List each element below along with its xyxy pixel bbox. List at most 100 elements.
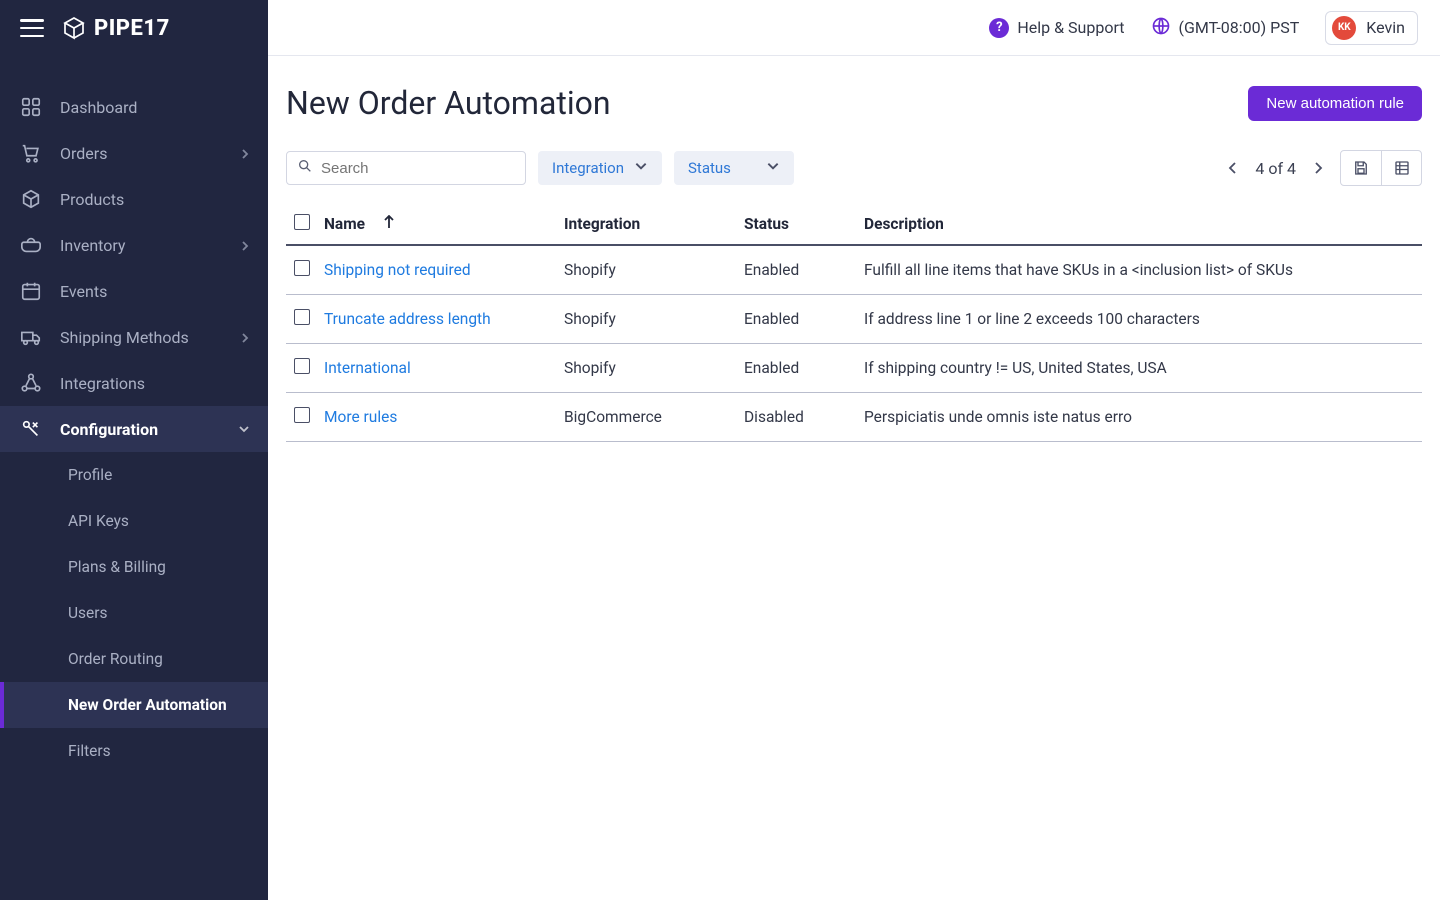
sidebar-item-products[interactable]: Products [0,176,268,222]
subnav-label: API Keys [68,512,129,530]
user-menu-button[interactable]: KK Kevin [1325,11,1418,45]
table-row: More rulesBigCommerceDisabledPerspiciati… [286,393,1422,442]
timezone-label: (GMT-08:00) PST [1179,18,1300,37]
avatar: KK [1332,16,1356,40]
calendar-icon [18,280,44,302]
rule-name-link[interactable]: Shipping not required [324,245,564,295]
cell-integration: Shopify [564,295,744,344]
column-header-description[interactable]: Description [864,215,944,233]
subnav-label: Plans & Billing [68,558,166,576]
subnav-order-routing[interactable]: Order Routing [0,636,268,682]
sidebar-item-label: Shipping Methods [60,328,189,347]
rule-name-link[interactable]: More rules [324,393,564,442]
sidebar-item-integrations[interactable]: Integrations [0,360,268,406]
sidebar-item-configuration[interactable]: Configuration [0,406,268,452]
cell-status: Disabled [744,393,864,442]
pager: 4 of 4 [1227,150,1422,186]
cell-integration: Shopify [564,344,744,393]
sidebar-item-label: Configuration [60,420,158,439]
pager-prev-button[interactable] [1227,159,1239,178]
subnav-filters[interactable]: Filters [0,728,268,774]
rule-name-link[interactable]: International [324,344,564,393]
new-automation-rule-button[interactable]: New automation rule [1248,86,1422,121]
search-input[interactable] [321,160,520,177]
save-view-button[interactable] [1341,151,1381,185]
configuration-subnav: Profile API Keys Plans & Billing Users O… [0,452,268,774]
row-checkbox[interactable] [294,309,310,325]
table-row: Truncate address lengthShopifyEnabledIf … [286,295,1422,344]
filter-integration[interactable]: Integration [538,151,662,185]
brand-logo[interactable]: PIPE17 [62,16,170,41]
subnav-new-order-automation[interactable]: New Order Automation [0,682,268,728]
subnav-api-keys[interactable]: API Keys [0,498,268,544]
content: New Order Automation New automation rule… [268,56,1440,900]
sort-asc-icon[interactable] [383,215,395,229]
cart-icon [18,142,44,164]
column-header-status[interactable]: Status [744,215,789,233]
column-header-integration[interactable]: Integration [564,215,640,233]
sidebar-item-shipping-methods[interactable]: Shipping Methods [0,314,268,360]
main-region: ? Help & Support (GMT-08:00) PST KK Kevi… [268,0,1440,900]
filter-label: Integration [552,159,624,177]
brand-name: PIPE17 [94,16,170,41]
filter-status[interactable]: Status [674,151,794,185]
sidebar-item-label: Events [60,282,107,301]
page-header: New Order Automation New automation rule [286,84,1422,122]
rules-table: Name Integration Status Description Ship… [286,204,1422,442]
help-support-button[interactable]: ? Help & Support [989,18,1124,38]
primary-nav: Dashboard Orders Products [0,56,268,774]
subnav-plans-billing[interactable]: Plans & Billing [0,544,268,590]
wrench-icon [18,418,44,440]
row-checkbox[interactable] [294,260,310,276]
subnav-users[interactable]: Users [0,590,268,636]
select-all-checkbox[interactable] [294,214,310,230]
sidebar-item-orders[interactable]: Orders [0,130,268,176]
sidebar-item-label: Products [60,190,124,209]
cell-status: Enabled [744,344,864,393]
sidebar-item-label: Dashboard [60,98,137,117]
sidebar-item-inventory[interactable]: Inventory [0,222,268,268]
cell-description: Perspiciatis unde omnis iste natus erro [864,393,1422,442]
sidebar-item-label: Integrations [60,374,145,393]
table-row: Shipping not requiredShopifyEnabledFulfi… [286,245,1422,295]
tray-icon [18,234,44,256]
sidebar-item-label: Inventory [60,236,126,255]
cell-description: If address line 1 or line 2 exceeds 100 … [864,295,1422,344]
cell-status: Enabled [744,295,864,344]
subnav-label: Filters [68,742,111,760]
subnav-profile[interactable]: Profile [0,452,268,498]
help-icon: ? [989,18,1009,38]
subnav-label: Users [68,604,108,622]
search-box[interactable] [286,151,526,185]
row-checkbox[interactable] [294,358,310,374]
column-header-name[interactable]: Name [324,215,365,233]
pager-next-button[interactable] [1312,159,1324,178]
columns-button[interactable] [1381,151,1421,185]
hamburger-icon[interactable] [20,19,44,37]
sidebar-item-dashboard[interactable]: Dashboard [0,84,268,130]
row-checkbox[interactable] [294,407,310,423]
chevron-right-icon [240,144,250,163]
page-title: New Order Automation [286,84,611,122]
rule-name-link[interactable]: Truncate address length [324,295,564,344]
chevron-down-icon [238,420,250,439]
sidebar-item-label: Orders [60,144,107,163]
globe-icon [1151,16,1171,40]
filter-label: Status [688,159,731,177]
toolbar: Integration Status 4 of 4 [286,150,1422,186]
search-icon [297,158,313,178]
subnav-label: Order Routing [68,650,163,668]
help-label: Help & Support [1017,18,1124,37]
subnav-label: Profile [68,466,112,484]
chevron-down-icon [634,159,648,177]
subnav-label: New Order Automation [68,696,227,714]
box-icon [18,188,44,210]
timezone-button[interactable]: (GMT-08:00) PST [1151,16,1300,40]
cell-status: Enabled [744,245,864,295]
cell-integration: Shopify [564,245,744,295]
nodes-icon [18,372,44,394]
sidebar-item-events[interactable]: Events [0,268,268,314]
sidebar: PIPE17 Dashboard Orders [0,0,268,900]
pager-label: 4 of 4 [1255,159,1296,178]
view-controls [1340,150,1422,186]
